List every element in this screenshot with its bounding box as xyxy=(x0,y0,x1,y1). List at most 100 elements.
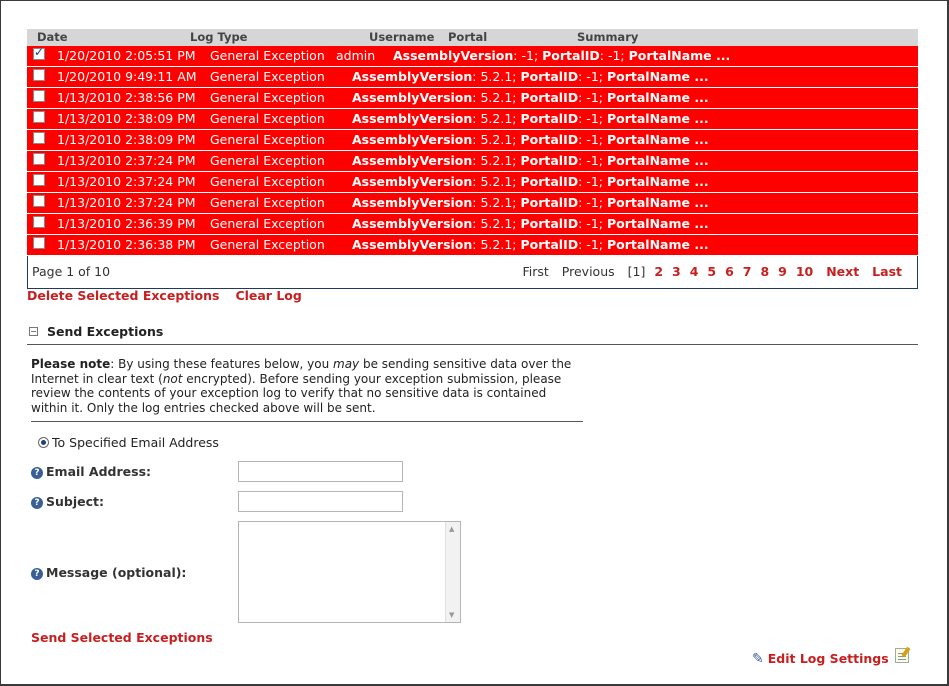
message-label-row: ? Message (optional): xyxy=(31,565,186,581)
exception-log-table: Date Log Type Username Portal Summary 1/… xyxy=(27,29,918,256)
notepad-icon[interactable] xyxy=(895,648,909,663)
row-summary[interactable]: AssemblyVersion: 5.2.1; PortalID: -1; Po… xyxy=(352,90,709,105)
summary-key: PortalID xyxy=(520,174,579,189)
row-checkbox[interactable] xyxy=(33,111,45,123)
row-summary[interactable]: AssemblyVersion: 5.2.1; PortalID: -1; Po… xyxy=(352,216,709,231)
summary-key: PortalName ... xyxy=(606,69,709,84)
pager-page-6[interactable]: 6 xyxy=(725,264,734,279)
pager: Page 1 of 10 First Previous [1] 2 3 4 5 … xyxy=(27,256,918,289)
edit-log-settings[interactable]: ✎ Edit Log Settings xyxy=(752,651,889,667)
row-summary[interactable]: AssemblyVersion: -1; PortalID: -1; Porta… xyxy=(393,48,730,63)
collapse-icon[interactable]: − xyxy=(29,327,38,336)
pager-page-4[interactable]: 4 xyxy=(690,264,699,279)
header-summary[interactable]: Summary xyxy=(577,30,638,44)
subject-label-row: ? Subject: xyxy=(31,494,104,510)
row-log-type: General Exception xyxy=(210,195,325,210)
clear-log-link[interactable]: Clear Log xyxy=(235,288,301,303)
message-textarea[interactable]: ▲ ▼ xyxy=(238,521,461,623)
row-checkbox[interactable] xyxy=(33,69,45,81)
pager-next[interactable]: Next xyxy=(826,264,859,279)
pager-page-5[interactable]: 5 xyxy=(707,264,716,279)
pager-first[interactable]: First xyxy=(523,264,549,279)
row-summary[interactable]: AssemblyVersion: 5.2.1; PortalID: -1; Po… xyxy=(352,195,709,210)
row-summary[interactable]: AssemblyVersion: 5.2.1; PortalID: -1; Po… xyxy=(352,237,709,252)
summary-key: AssemblyVersion xyxy=(352,237,473,252)
row-date: 1/20/2010 9:49:11 AM xyxy=(57,69,197,84)
summary-key: AssemblyVersion xyxy=(352,174,473,189)
pager-page-10[interactable]: 10 xyxy=(796,264,813,279)
radio-button[interactable] xyxy=(38,437,49,448)
summary-key: PortalName ... xyxy=(606,111,709,126)
table-row[interactable]: 1/13/2010 2:36:38 PM General Exception Ass… xyxy=(27,235,918,256)
help-icon[interactable]: ? xyxy=(31,497,43,509)
row-checkbox[interactable] xyxy=(33,45,45,60)
row-log-type: General Exception xyxy=(210,153,325,168)
summary-key: AssemblyVersion xyxy=(352,90,473,105)
summary-key: AssemblyVersion xyxy=(352,111,473,126)
pager-page-2[interactable]: 2 xyxy=(654,264,663,279)
header-portal[interactable]: Portal xyxy=(448,30,487,44)
table-row[interactable]: 1/20/2010 2:05:51 PM General Exception adm… xyxy=(27,45,918,67)
row-summary[interactable]: AssemblyVersion: 5.2.1; PortalID: -1; Po… xyxy=(352,132,709,147)
summary-value: : -1; xyxy=(513,48,543,63)
delete-selected-exceptions-link[interactable]: Delete Selected Exceptions xyxy=(27,288,219,303)
summary-key: PortalID xyxy=(542,48,600,63)
note-text-1: : By using these features below, you xyxy=(110,357,334,371)
row-checkbox[interactable] xyxy=(33,90,45,102)
subject-field[interactable] xyxy=(238,491,403,512)
textarea-scrollbar[interactable]: ▲ ▼ xyxy=(445,522,460,622)
row-date: 1/13/2010 2:37:24 PM xyxy=(57,174,196,189)
pager-links: First Previous [1] 2 3 4 5 6 7 8 9 10 Ne… xyxy=(518,264,903,279)
pager-page-7[interactable]: 7 xyxy=(743,264,752,279)
pager-last[interactable]: Last xyxy=(872,264,902,279)
header-log-type[interactable]: Log Type xyxy=(190,30,247,44)
send-selected-exceptions-link[interactable]: Send Selected Exceptions xyxy=(31,630,213,645)
row-checkbox[interactable] xyxy=(33,174,45,186)
row-log-type: General Exception xyxy=(210,90,325,105)
scroll-up-icon[interactable]: ▲ xyxy=(449,525,454,533)
subject-label: Subject: xyxy=(46,494,104,509)
table-row[interactable]: 1/13/2010 2:38:09 PM General Exception Ass… xyxy=(27,130,918,151)
row-summary[interactable]: AssemblyVersion: 5.2.1; PortalID: -1; Po… xyxy=(352,111,709,126)
privacy-note: Please note: By using these features bel… xyxy=(31,357,583,422)
row-checkbox[interactable] xyxy=(33,216,45,228)
pager-page-9[interactable]: 9 xyxy=(778,264,787,279)
row-checkbox[interactable] xyxy=(33,132,45,144)
email-radio-option[interactable]: To Specified Email Address xyxy=(38,435,219,450)
message-label: Message (optional): xyxy=(46,565,187,580)
table-row[interactable]: 1/13/2010 2:37:24 PM General Exception Ass… xyxy=(27,172,918,193)
table-row[interactable]: 1/20/2010 9:49:11 AM General Exception Ass… xyxy=(27,67,918,88)
pager-previous[interactable]: Previous xyxy=(562,264,615,279)
table-row[interactable]: 1/13/2010 2:37:24 PM General Exception Ass… xyxy=(27,193,918,214)
help-icon[interactable]: ? xyxy=(31,568,43,580)
help-icon[interactable]: ? xyxy=(31,467,43,479)
pager-page-3[interactable]: 3 xyxy=(672,264,681,279)
summary-key: PortalName ... xyxy=(606,153,709,168)
note-bold: Please note xyxy=(31,357,111,371)
row-summary[interactable]: AssemblyVersion: 5.2.1; PortalID: -1; Po… xyxy=(352,69,709,84)
edit-log-settings-link[interactable]: Edit Log Settings xyxy=(768,651,889,666)
row-checkbox[interactable] xyxy=(33,195,45,207)
table-row[interactable]: 1/13/2010 2:38:56 PM General Exception Ass… xyxy=(27,88,918,109)
row-checkbox[interactable] xyxy=(33,153,45,165)
row-date: 1/13/2010 2:37:24 PM xyxy=(57,153,196,168)
summary-key: AssemblyVersion xyxy=(352,153,473,168)
header-date[interactable]: Date xyxy=(37,30,68,44)
row-checkbox[interactable] xyxy=(33,237,45,249)
table-row[interactable]: 1/13/2010 2:38:09 PM General Exception Ass… xyxy=(27,109,918,130)
email-field[interactable] xyxy=(238,461,403,482)
table-row[interactable]: 1/13/2010 2:36:39 PM General Exception Ass… xyxy=(27,214,918,235)
table-body: 1/20/2010 2:05:51 PM General Exception adm… xyxy=(27,45,918,256)
row-log-type: General Exception xyxy=(210,174,325,189)
summary-value: : -1; xyxy=(578,153,607,168)
row-summary[interactable]: AssemblyVersion: 5.2.1; PortalID: -1; Po… xyxy=(352,174,709,189)
row-log-type: General Exception xyxy=(210,48,325,63)
pencil-icon[interactable]: ✎ xyxy=(752,651,764,667)
send-exceptions-header[interactable]: − Send Exceptions xyxy=(27,323,918,345)
header-username[interactable]: Username xyxy=(369,30,434,44)
table-row[interactable]: 1/13/2010 2:37:24 PM General Exception Ass… xyxy=(27,151,918,172)
row-summary[interactable]: AssemblyVersion: 5.2.1; PortalID: -1; Po… xyxy=(352,153,709,168)
scroll-down-icon[interactable]: ▼ xyxy=(449,611,454,619)
pager-page-8[interactable]: 8 xyxy=(760,264,769,279)
summary-key: PortalID xyxy=(520,90,579,105)
